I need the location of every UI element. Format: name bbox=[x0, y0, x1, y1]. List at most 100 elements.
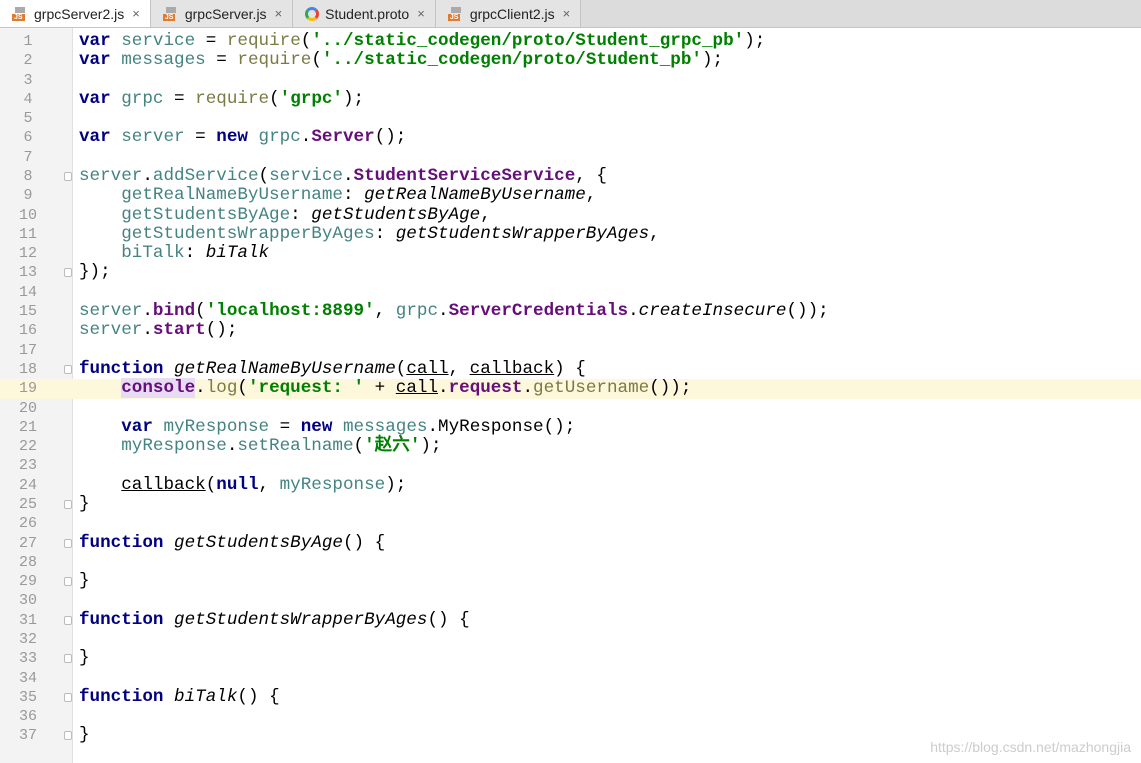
code-token: getStudentsWrapperByAges bbox=[79, 223, 375, 244]
code-line: 18 function getRealNameByUsername(call, c… bbox=[0, 358, 1141, 379]
code-line: 13}); bbox=[0, 263, 1141, 282]
code-text: getRealNameByUsername: getRealNameByUser… bbox=[79, 186, 596, 205]
line-number: 13 bbox=[18, 264, 37, 282]
code-token: server bbox=[79, 320, 143, 341]
code-text: biTalk: biTalk bbox=[79, 244, 269, 263]
code-token: callback bbox=[469, 358, 555, 379]
code-token: . bbox=[438, 301, 449, 322]
code-token: ()); bbox=[649, 378, 692, 399]
code-text: var grpc = require('grpc'); bbox=[79, 88, 365, 109]
tab-label: grpcServer.js bbox=[184, 5, 267, 22]
code-line: 30 bbox=[0, 591, 1141, 610]
code-token: . bbox=[522, 378, 534, 399]
code-text: function biTalk() { bbox=[79, 687, 280, 707]
fold-icon[interactable] bbox=[64, 731, 72, 741]
line-number: 22 bbox=[18, 438, 37, 456]
tab-grpcserver-js[interactable]: JS grpcServer.js × bbox=[150, 0, 294, 27]
code-line: 36 bbox=[0, 707, 1141, 726]
code-text: function getStudentsByAge() { bbox=[79, 533, 385, 553]
code-token: ( bbox=[300, 31, 312, 51]
code-token: } bbox=[79, 725, 90, 746]
fold-icon[interactable] bbox=[64, 692, 72, 702]
code-line: 7 bbox=[0, 148, 1141, 167]
tab-grpcserver2-js[interactable]: JS grpcServer2.js × bbox=[0, 0, 151, 27]
tab-student-proto[interactable]: Student.proto × bbox=[293, 0, 436, 27]
code-text: function getStudentsWrapperByAges() { bbox=[79, 610, 470, 630]
code-token: ); bbox=[385, 474, 407, 495]
tab-label: Student.proto bbox=[325, 5, 410, 22]
code-token: } bbox=[79, 493, 90, 514]
code-line: 19 console.log('request: ' + call.reques… bbox=[0, 378, 1141, 399]
code-line: 11 getStudentsWrapperByAges: getStudents… bbox=[0, 223, 1141, 244]
fold-icon[interactable] bbox=[64, 172, 72, 182]
tab-grpcclient2-js[interactable]: JS grpcClient2.js × bbox=[435, 0, 582, 27]
line-number: 20 bbox=[18, 399, 37, 417]
code-token: myResponse bbox=[79, 436, 227, 457]
fold-icon[interactable] bbox=[64, 268, 72, 278]
code-token: . bbox=[427, 416, 439, 437]
code-line: 15 server.bind('localhost:8899', grpc.Ser… bbox=[0, 301, 1141, 322]
code-token: var bbox=[121, 416, 153, 437]
code-token: : bbox=[342, 185, 365, 206]
code-token: = bbox=[269, 416, 301, 437]
fold-icon[interactable] bbox=[64, 364, 72, 374]
line-number: 4 bbox=[23, 90, 33, 108]
code-token: ()); bbox=[786, 301, 829, 322]
line-number: 23 bbox=[18, 457, 37, 475]
code-token: }); bbox=[79, 262, 111, 283]
close-tab-icon[interactable]: × bbox=[417, 6, 425, 21]
line-number: 30 bbox=[18, 592, 37, 610]
code-text: callback(null, myResponse); bbox=[79, 474, 407, 495]
code-text: var messages = require('../static_codege… bbox=[79, 51, 723, 70]
line-number: 6 bbox=[23, 129, 33, 147]
js-file-icon: JS bbox=[447, 6, 464, 21]
close-tab-icon[interactable]: × bbox=[275, 6, 283, 21]
tab-label: grpcServer2.js bbox=[34, 5, 125, 22]
line-number: 33 bbox=[18, 650, 37, 668]
code-token: myResponse bbox=[279, 474, 386, 495]
code-token: addService bbox=[152, 166, 259, 187]
code-token: var bbox=[79, 127, 111, 148]
code-line: 26 bbox=[0, 514, 1141, 533]
code-token: . bbox=[195, 378, 206, 399]
code-token: 'grpc' bbox=[279, 88, 343, 109]
editor-tabs: JS grpcServer2.js × JS grpcServer.js × Student… bbox=[0, 0, 1141, 28]
code-line: 31 function getStudentsWrapperByAges() { bbox=[0, 610, 1141, 630]
code-token: , bbox=[480, 204, 491, 225]
close-tab-icon[interactable]: × bbox=[563, 6, 571, 21]
code-token: messages bbox=[110, 50, 206, 71]
code-token: myResponse bbox=[152, 416, 270, 437]
fold-icon[interactable] bbox=[64, 654, 72, 664]
code-line: 21 var myResponse = new messages.MyRespo… bbox=[0, 416, 1141, 437]
fold-icon[interactable] bbox=[64, 538, 72, 548]
code-token: start bbox=[152, 320, 206, 341]
code-token: : bbox=[374, 223, 396, 244]
code-token: callback bbox=[121, 474, 206, 495]
line-number: 32 bbox=[18, 630, 37, 648]
fold-icon[interactable] bbox=[64, 499, 72, 509]
code-line: 28 bbox=[0, 553, 1141, 572]
code-token: ( bbox=[205, 474, 217, 495]
code-token: ( bbox=[395, 358, 407, 379]
code-token: call bbox=[395, 378, 439, 399]
line-number: 12 bbox=[18, 245, 37, 263]
close-tab-icon[interactable]: × bbox=[132, 6, 140, 21]
code-token: null bbox=[216, 474, 259, 495]
code-token: call bbox=[406, 358, 449, 379]
code-line: 6 var server = new grpc.Server(); bbox=[0, 128, 1141, 147]
fold-icon[interactable] bbox=[64, 615, 72, 625]
watermark: https://blog.csdn.net/mazhongjia bbox=[930, 739, 1131, 755]
code-token: ); bbox=[744, 31, 766, 51]
code-text: getStudentsByAge: getStudentsByAge, bbox=[79, 204, 491, 225]
code-token: ); bbox=[343, 88, 365, 109]
code-line: 35 function biTalk() { bbox=[0, 687, 1141, 707]
code-token: ( bbox=[311, 50, 322, 71]
code-editor[interactable]: 1 var service = require('../static_codege… bbox=[0, 28, 1141, 763]
code-line: 34 bbox=[0, 669, 1141, 688]
line-number: 2 bbox=[23, 52, 33, 70]
fold-icon[interactable] bbox=[64, 577, 72, 587]
line-number: 1 bbox=[23, 33, 33, 50]
code-token: , bbox=[258, 474, 280, 495]
